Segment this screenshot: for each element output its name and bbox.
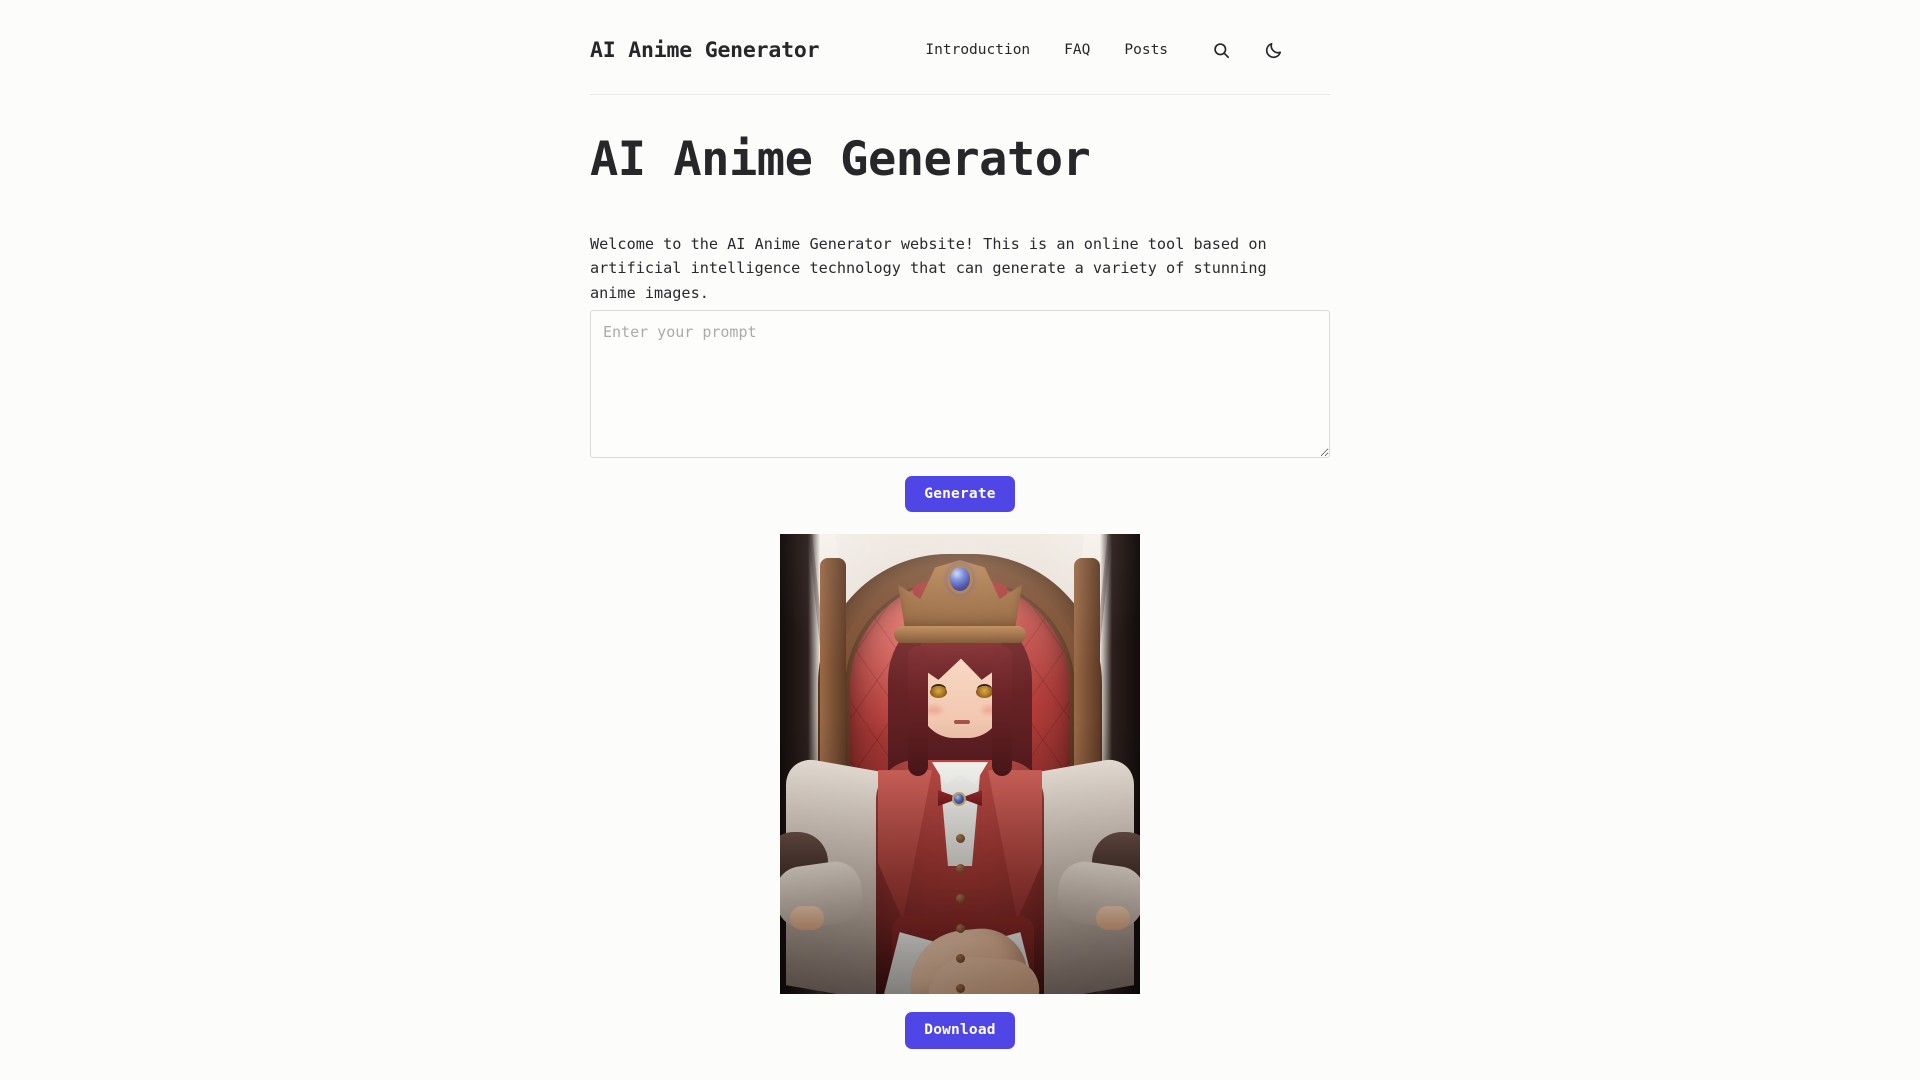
page-title: AI Anime Generator xyxy=(590,132,1091,187)
crown-gem xyxy=(947,564,973,595)
generate-button-row: Generate xyxy=(590,475,1330,513)
nav-link-introduction[interactable]: Introduction xyxy=(915,39,1040,62)
generated-anime-image[interactable] xyxy=(780,534,1140,995)
download-button-row: Download xyxy=(590,1012,1330,1049)
hair-sidelock-left xyxy=(908,646,928,777)
nav-link-faq[interactable]: FAQ xyxy=(1054,39,1100,62)
prompt-input[interactable] xyxy=(590,309,1330,458)
hair-sidelock-right xyxy=(992,646,1012,777)
jacket-buttons xyxy=(954,834,966,994)
character-hand-right xyxy=(1096,906,1130,931)
main-container: AI Anime Generator Welcome to the AI Ani… xyxy=(590,132,1330,1049)
result-image-wrap xyxy=(590,534,1330,995)
moon-icon[interactable] xyxy=(1258,35,1288,65)
site-logo[interactable]: AI Anime Generator xyxy=(590,38,820,63)
page-root: AI Anime Generator Introduction FAQ Post… xyxy=(0,0,1920,1080)
site-header: AI Anime Generator Introduction FAQ Post… xyxy=(0,0,1920,95)
header-container: AI Anime Generator Introduction FAQ Post… xyxy=(590,28,1330,95)
crown-band xyxy=(894,626,1026,644)
search-icon[interactable] xyxy=(1206,35,1236,65)
download-button[interactable]: Download xyxy=(905,1012,1015,1049)
character-mouth xyxy=(954,720,970,725)
nav-link-posts[interactable]: Posts xyxy=(1114,39,1178,62)
generate-button[interactable]: Generate xyxy=(905,475,1015,513)
main-nav: Introduction FAQ Posts xyxy=(915,35,1288,65)
character-hand-left xyxy=(790,906,824,931)
main-content: AI Anime Generator Welcome to the AI Ani… xyxy=(0,95,1920,1049)
intro-paragraph: Welcome to the AI Anime Generator websit… xyxy=(590,234,1267,302)
header-inner: AI Anime Generator Introduction FAQ Post… xyxy=(590,28,1330,72)
